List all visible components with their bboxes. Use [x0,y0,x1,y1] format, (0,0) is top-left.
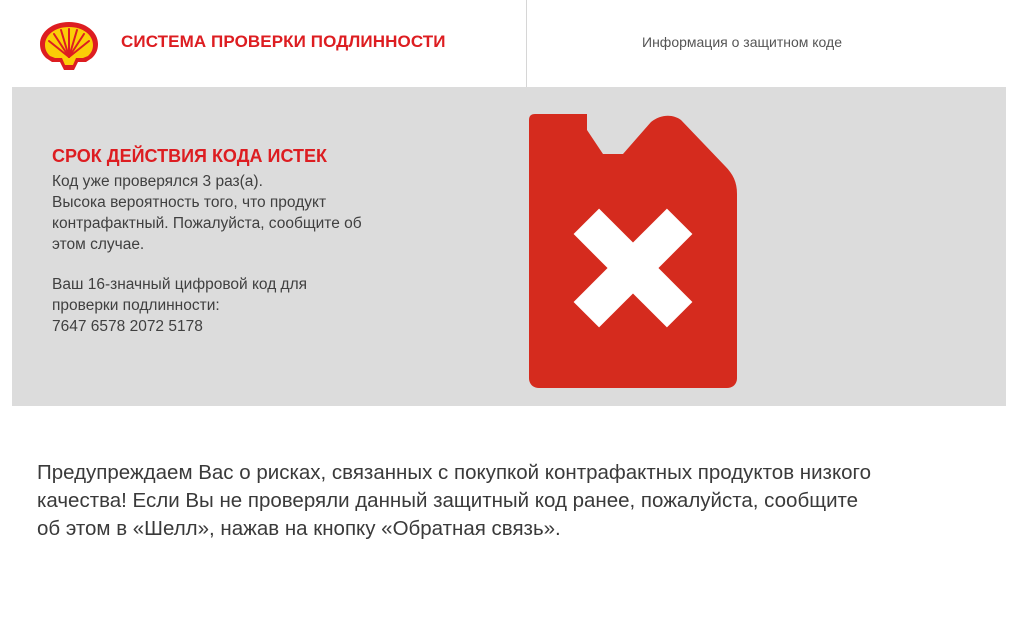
code-label-line: проверки подлинности: [52,297,220,314]
result-message-line: Код уже проверялся 3 раз(а). [52,173,263,190]
result-message-line: этом случае. [52,236,145,253]
verification-result-panel: СРОК ДЕЙСТВИЯ КОДА ИСТЕК Код уже проверя… [12,87,1006,406]
warning-line: об этом в «Шелл», нажав на кнопку «Обрат… [37,517,561,540]
warning-line: качества! Если Вы не проверяли данный за… [37,489,859,512]
verification-code-block: Ваш 16-значный цифровой код для проверки… [52,274,432,337]
result-message-line: Высока вероятность того, что продукт [52,194,327,211]
jerrycan-error-icon [529,114,737,388]
header-divider [526,0,527,87]
code-label-line: Ваш 16-значный цифровой код для [52,276,308,293]
verification-code: 7647 6578 2072 5178 [52,318,203,335]
result-title: СРОК ДЕЙСТВИЯ КОДА ИСТЕК [52,146,327,166]
warning-line: Предупреждаем Вас о рисках, связанных с … [37,461,871,484]
page-title: СИСТЕМА ПРОВЕРКИ ПОДЛИННОСТИ [121,32,446,51]
result-message: Код уже проверялся 3 раз(а). Высока веро… [52,171,432,255]
result-message-line: контрафактный. Пожалуйста, сообщите об [52,215,362,232]
security-code-info-link[interactable]: Информация о защитном коде [642,34,842,50]
shell-logo[interactable] [38,20,100,72]
header: СИСТЕМА ПРОВЕРКИ ПОДЛИННОСТИ Информация … [0,0,1015,87]
counterfeit-warning: Предупреждаем Вас о рисках, связанных с … [37,459,987,543]
